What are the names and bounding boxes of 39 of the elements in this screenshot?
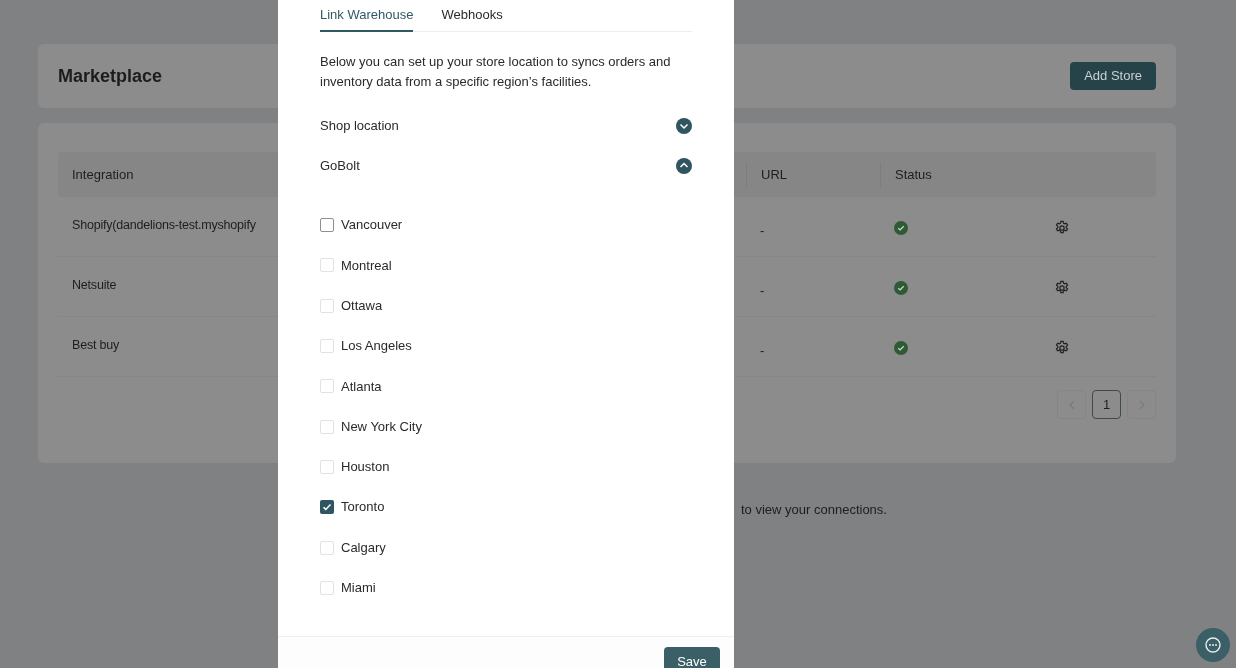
table-cell: Shopify(dandelions-test.myshopify — [72, 218, 256, 232]
checkbox-label: Houston — [341, 458, 390, 477]
add-store-button[interactable]: Add Store — [1070, 62, 1156, 90]
checkbox-label: Miami — [341, 579, 376, 598]
chat-button[interactable] — [1196, 628, 1230, 662]
column-header: URL — [761, 165, 787, 184]
settings-icon[interactable] — [1054, 340, 1070, 356]
page-title: Marketplace — [58, 64, 163, 88]
chat-icon — [1204, 636, 1222, 654]
checkbox-label: Vancouver — [341, 216, 403, 235]
checkbox[interactable] — [320, 218, 334, 233]
tab[interactable]: Webhooks — [441, 0, 503, 32]
chevron-up-icon[interactable] — [676, 158, 692, 174]
table-cell: Best buy — [72, 338, 120, 352]
section-label: Shop location — [320, 117, 399, 136]
table-cell: - — [760, 283, 765, 298]
description-text: Below you can set up your store location to syncs orders and inventory data from a specific region’s facilities. — [320, 53, 672, 91]
table-cell: Netsuite — [72, 278, 117, 292]
column-header: Status — [895, 165, 932, 184]
save-button[interactable]: Save — [664, 647, 720, 668]
checkbox-label: Montreal — [341, 256, 392, 275]
column-header: Integration — [72, 166, 134, 182]
checkbox-label: New York City — [341, 417, 422, 436]
checkbox-label: Toronto — [341, 498, 385, 517]
checkbox-label: Atlanta — [341, 377, 382, 396]
settings-icon[interactable] — [1054, 280, 1070, 296]
checkbox-label: Ottawa — [341, 297, 383, 315]
checkbox[interactable] — [320, 500, 334, 515]
checkbox-label: Calgary — [341, 538, 386, 557]
tab[interactable]: Link Warehouse — [320, 0, 414, 32]
page-button[interactable]: 1 — [1092, 390, 1121, 419]
section-label: GoBolt — [320, 157, 360, 176]
chevron-down-icon[interactable] — [676, 118, 692, 134]
check-icon — [322, 502, 332, 513]
checkbox-label: Los Angeles — [341, 337, 412, 356]
connections-note: to view your connections. — [741, 501, 887, 519]
table-cell: - — [760, 223, 765, 238]
settings-icon[interactable] — [1054, 220, 1070, 236]
table-cell: - — [760, 343, 765, 358]
